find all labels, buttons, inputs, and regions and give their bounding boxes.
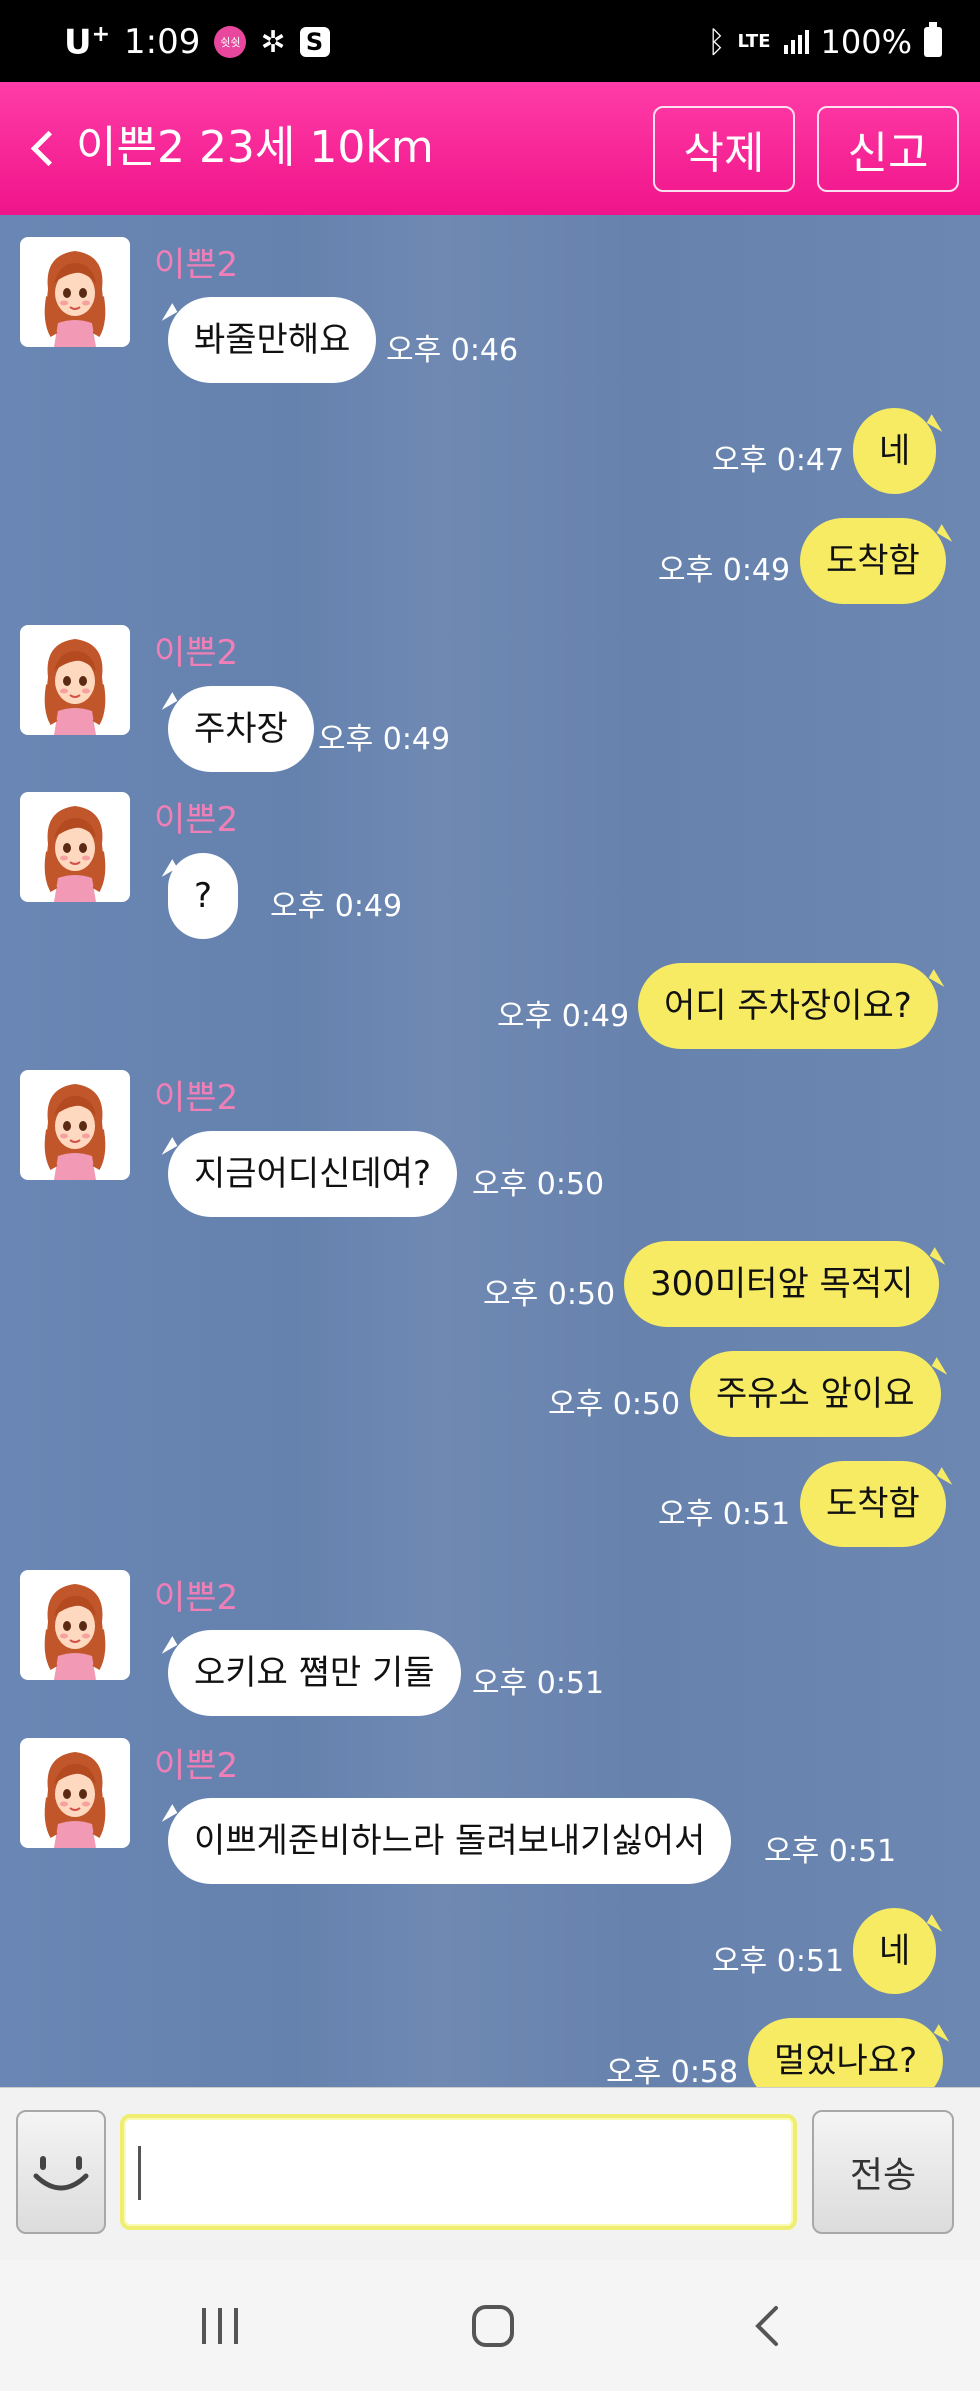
back-glyph <box>755 2306 778 2346</box>
avatar-girl-icon <box>44 251 106 347</box>
message-time: 오후 0:51 <box>658 1497 791 1532</box>
recent-apps-glyph <box>202 2308 238 2344</box>
bluetooth-icon: ᛒ <box>707 24 726 60</box>
message-bubble[interactable]: 주유소 앞이요 <box>690 1351 941 1437</box>
message-bubble[interactable]: 봐줄만해요 <box>168 297 377 383</box>
message-bubble[interactable]: 지금어디신데여? <box>168 1131 458 1217</box>
carrier-plus: + <box>91 21 111 47</box>
avatar-girl-icon <box>44 1084 106 1180</box>
message-bubble[interactable]: 네 <box>853 1908 937 1994</box>
message-time: 오후 0:51 <box>712 1944 845 1979</box>
status-left: U+ 1:09 쉿쉿 ✲ S <box>64 20 330 64</box>
back-arrow-icon[interactable] <box>26 122 70 174</box>
recent-apps-icon[interactable] <box>190 2296 250 2356</box>
lte-icon: LTE <box>737 31 771 52</box>
battery-percent: 100% <box>820 23 912 61</box>
sender-name: 이쁜2 <box>154 633 239 673</box>
message-time: 오후 0:47 <box>712 443 845 478</box>
sender-name: 이쁜2 <box>154 1578 239 1618</box>
delete-button[interactable]: 삭제 <box>653 106 795 192</box>
avatar[interactable] <box>20 1570 130 1680</box>
sender-name: 이쁜2 <box>154 800 239 840</box>
message-bubble[interactable]: 도착함 <box>800 518 946 604</box>
avatar[interactable] <box>20 1738 130 1848</box>
message-time: 오후 0:49 <box>658 553 791 588</box>
message-time: 오후 0:51 <box>764 1834 897 1869</box>
message-bubble[interactable]: 멀었나요? <box>748 2018 944 2087</box>
message-time: 오후 0:51 <box>472 1666 605 1701</box>
report-button[interactable]: 신고 <box>817 106 959 192</box>
message-bubble[interactable]: ? <box>168 853 239 939</box>
s-app-icon: S <box>299 27 330 57</box>
pinwheel-icon: ✲ <box>260 24 286 60</box>
message-bubble[interactable]: 이쁘게준비하느라 돌려보내기싫어서 <box>168 1798 732 1884</box>
message-bubble[interactable]: 도착함 <box>800 1461 946 1547</box>
message-time: 오후 0:50 <box>548 1387 681 1422</box>
message-bubble[interactable]: 300미터앞 목적지 <box>624 1241 940 1327</box>
message-time: 오후 0:50 <box>483 1277 616 1312</box>
message-time: 오후 0:50 <box>472 1167 605 1202</box>
message-time: 오후 0:49 <box>497 999 630 1034</box>
sender-name: 이쁜2 <box>154 245 239 285</box>
signal-icon <box>783 30 809 54</box>
back-icon[interactable] <box>738 2296 798 2356</box>
status-bar: U+ 1:09 쉿쉿 ✲ S ᛒ LTE 100% <box>0 0 980 82</box>
clock: 1:09 <box>124 22 201 62</box>
message-time: 오후 0:46 <box>386 333 519 368</box>
sender-name: 이쁜2 <box>154 1078 239 1118</box>
avatar[interactable] <box>20 792 130 902</box>
avatar[interactable] <box>20 1070 130 1180</box>
app-badge-icon: 쉿쉿 <box>214 26 247 58</box>
chat-title: 이쁜2 23세 10km <box>76 122 434 173</box>
message-time: 오후 0:49 <box>318 722 451 757</box>
message-bubble[interactable]: 오키요 쪔만 기둘 <box>168 1630 461 1716</box>
avatar-girl-icon <box>44 1752 106 1848</box>
text-cursor <box>138 2146 141 2200</box>
smiley-face-icon <box>33 2156 89 2191</box>
carrier-name: U <box>64 22 92 63</box>
message-bubble[interactable]: 네 <box>853 408 937 494</box>
sender-name: 이쁜2 <box>154 1746 239 1786</box>
avatar-girl-icon <box>44 806 106 902</box>
avatar[interactable] <box>20 625 130 735</box>
message-time: 오후 0:58 <box>606 2055 739 2087</box>
emoji-button[interactable] <box>16 2110 106 2234</box>
home-icon[interactable] <box>463 2296 523 2356</box>
message-time: 오후 0:49 <box>270 889 403 924</box>
status-right: ᛒ LTE 100% <box>707 20 942 64</box>
chat-messages[interactable]: 이쁜2 봐줄만해요 오후 0:46 오후 0:47 네 오후 0:49 도착함 … <box>0 215 980 2087</box>
avatar-girl-icon <box>44 1584 106 1680</box>
battery-icon <box>924 22 942 57</box>
avatar[interactable] <box>20 237 130 347</box>
message-bubble[interactable]: 주차장 <box>168 686 314 772</box>
message-bubble[interactable]: 어디 주차장이요? <box>638 963 938 1049</box>
system-nav-bar <box>0 2260 980 2391</box>
home-glyph <box>472 2305 514 2347</box>
avatar-girl-icon <box>44 639 106 735</box>
carrier-label: U+ <box>64 22 110 62</box>
chat-header: 이쁜2 23세 10km 삭제 신고 <box>0 82 980 215</box>
message-input[interactable] <box>120 2114 797 2230</box>
send-button[interactable]: 전송 <box>812 2110 954 2234</box>
message-input-bar: 전송 <box>0 2087 980 2260</box>
